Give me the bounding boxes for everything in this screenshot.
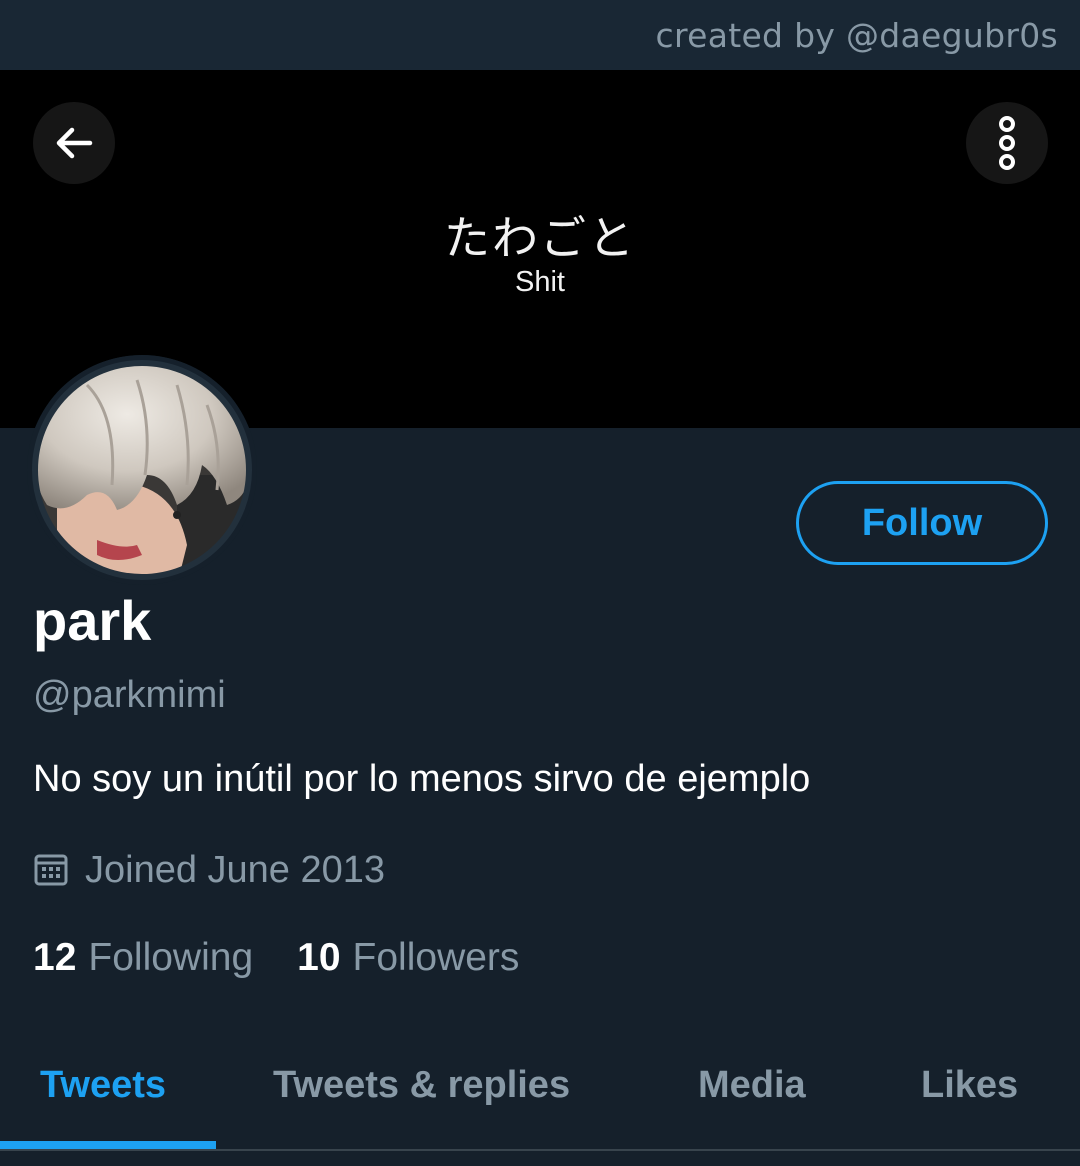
arrow-left-icon: [56, 127, 93, 159]
profile-tabs: Tweets Tweets & replies Media Likes: [0, 1048, 1080, 1148]
more-vertical-icon: [999, 116, 1015, 170]
following-label: Following: [88, 936, 254, 979]
joined-date: Joined June 2013: [33, 846, 385, 894]
followers-count: 10: [297, 936, 341, 979]
joined-text: Joined June 2013: [85, 848, 386, 891]
tab-tweets-replies[interactable]: Tweets & replies: [273, 1064, 570, 1107]
tab-likes[interactable]: Likes: [921, 1064, 1018, 1107]
active-tab-indicator: [0, 1141, 216, 1149]
calendar-icon: [33, 852, 69, 888]
credit-bar: created by @daegubr0s: [0, 0, 1080, 70]
follow-button[interactable]: Follow: [796, 481, 1048, 565]
tab-tweets[interactable]: Tweets: [40, 1064, 166, 1107]
credit-text: created by @daegubr0s: [655, 16, 1058, 55]
following-count: 12: [33, 936, 77, 979]
banner-subtitle: Shit: [515, 266, 565, 298]
tabs-divider: [0, 1149, 1080, 1151]
banner-title: たわごと: [444, 211, 636, 265]
tab-media[interactable]: Media: [698, 1064, 806, 1107]
display-name: park: [33, 589, 152, 652]
following-stat[interactable]: 12 Following: [33, 936, 253, 980]
more-options-button[interactable]: [966, 102, 1048, 184]
user-handle: @parkmimi: [33, 674, 226, 716]
back-button[interactable]: [33, 102, 115, 184]
profile-bio: No soy un inútil por lo menos sirvo de e…: [33, 758, 811, 800]
followers-stat[interactable]: 10 Followers: [297, 936, 519, 980]
followers-label: Followers: [352, 936, 520, 979]
avatar[interactable]: [27, 355, 257, 585]
avatar-image: [27, 355, 257, 585]
follow-stats: 12 Following 10 Followers: [33, 936, 519, 980]
